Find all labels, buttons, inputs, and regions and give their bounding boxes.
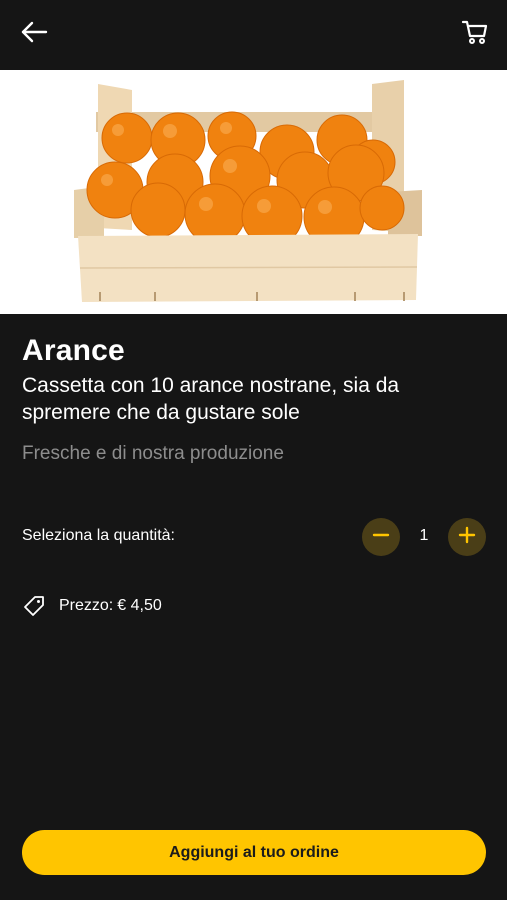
minus-icon <box>372 526 390 549</box>
arrow-left-icon <box>20 21 48 48</box>
decrease-quantity-button[interactable] <box>362 518 400 556</box>
top-bar <box>0 0 507 70</box>
cart-icon <box>461 18 489 51</box>
quantity-label: Seleziona la quantità: <box>22 527 175 544</box>
add-to-order-button[interactable]: Aggiungi al tuo ordine <box>22 830 486 875</box>
add-to-order-label: Aggiungi al tuo ordine <box>169 843 339 861</box>
product-description: Cassetta con 10 arance nostrane, sia da … <box>22 374 400 424</box>
price-text: Prezzo: € 4,50 <box>59 597 162 615</box>
product-note: Fresche e di nostra produzione <box>22 443 284 464</box>
price-value: € 4,50 <box>117 597 162 614</box>
product-title: Arance <box>22 334 125 367</box>
increase-quantity-button[interactable] <box>448 518 486 556</box>
price-label: Prezzo: <box>59 597 114 614</box>
back-button[interactable] <box>14 14 54 54</box>
product-image <box>0 70 507 314</box>
cart-button[interactable] <box>455 14 495 54</box>
plus-icon <box>458 526 476 549</box>
quantity-value: 1 <box>419 527 429 544</box>
price-tag-icon <box>22 594 46 618</box>
price-row: Prezzo: € 4,50 <box>22 594 162 618</box>
